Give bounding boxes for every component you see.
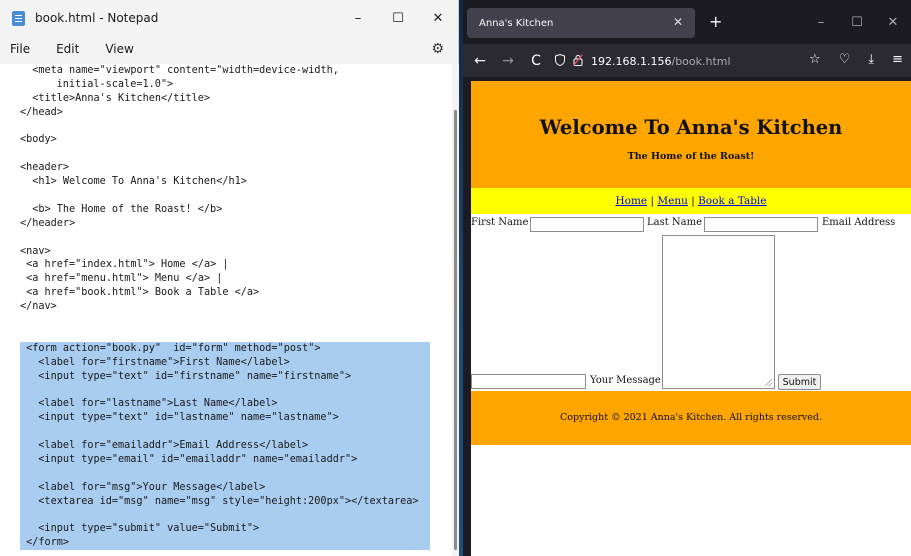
page-footer: Copyright © 2021 Anna's Kitchen. All rig…: [471, 391, 911, 445]
code-line-selected: <input type="text" id="firstname" name="…: [20, 369, 430, 384]
email-address-label: Email Address: [822, 217, 896, 228]
code-line: <a href="index.html"> Home </a> |: [26, 259, 229, 271]
bookmark-star-icon[interactable]: ☆: [809, 52, 821, 67]
code-line: <b> The Home of the Roast! </b>: [32, 203, 223, 215]
address-bar[interactable]: 192.168.1.156/book.html: [555, 50, 785, 72]
notepad-window: book.html - Notepad – ☐ ✕ File Edit View…: [0, 0, 459, 556]
notepad-text-area[interactable]: <meta name="viewport" content="width=dev…: [0, 64, 452, 556]
code-line-selected: <textarea id="msg" name="msg" style="hei…: [20, 494, 430, 509]
resize-grip-icon[interactable]: [764, 378, 772, 386]
notepad-menubar: File Edit View ⚙: [0, 36, 458, 62]
code-line: <nav>: [20, 245, 51, 257]
menu-file[interactable]: File: [10, 42, 30, 56]
menu-edit[interactable]: Edit: [56, 42, 79, 56]
download-icon[interactable]: ⤓: [868, 52, 874, 67]
web-page: Welcome To Anna's Kitchen The Home of th…: [471, 81, 911, 556]
nav-separator: |: [647, 195, 658, 207]
code-line-selected: </form>: [20, 536, 430, 551]
message-label: Your Message: [590, 375, 661, 386]
code-line-selected: [20, 425, 430, 440]
code-line: <header>: [20, 162, 70, 174]
code-line-selected: <input type="submit" value="Submit">: [20, 522, 430, 537]
code-line-selected: <label for="firstname">First Name</label…: [20, 355, 430, 370]
tab-title: Anna's Kitchen: [479, 17, 554, 29]
code-line-selected: [20, 383, 430, 398]
browser-window-controls: – ☐ ✕: [803, 0, 911, 44]
page-nav: Home | Menu | Book a Table: [471, 188, 911, 214]
code-line-selected: [20, 466, 430, 481]
nav-link-home[interactable]: Home: [616, 195, 648, 207]
browser-navbar: ← → C 192.168.1.156/book.html ☆ ♡ ⤓ ≡: [463, 44, 911, 77]
code-line-selected: <input type="text" id="lastname" name="l…: [20, 411, 430, 426]
url-host: 192.168.1.156: [591, 54, 672, 68]
notepad-app-icon: [12, 10, 25, 26]
browser-window: Anna's Kitchen ✕ + – ☐ ✕ ← → C 192.168.1…: [463, 0, 911, 556]
browser-tabbar: Anna's Kitchen ✕ + – ☐ ✕: [463, 0, 911, 44]
code-line-selected: <label for="emailaddr">Email Address</la…: [20, 439, 430, 453]
code-line: <a href="book.html"> Book a Table </a>: [26, 287, 260, 299]
code-line: <title>Anna's Kitchen</title>: [32, 92, 211, 104]
code-line: </head>: [20, 106, 63, 118]
submit-button[interactable]: Submit: [778, 374, 821, 390]
reload-icon[interactable]: C: [525, 53, 547, 69]
code-lines: <meta name="viewport" content="width=dev…: [0, 64, 452, 551]
code-line-selected: <form action="book.py" id="form" method=…: [20, 341, 430, 356]
code-line-selected: <label for="msg">Your Message</label>: [20, 480, 430, 495]
gear-icon[interactable]: ⚙: [431, 41, 444, 57]
code-line: </nav>: [20, 301, 57, 313]
close-icon[interactable]: ✕: [875, 0, 911, 44]
back-arrow-icon[interactable]: ←: [469, 53, 491, 69]
forward-arrow-icon[interactable]: →: [497, 53, 519, 69]
notepad-window-controls: – ☐ ✕: [338, 0, 458, 36]
code-line: <body>: [20, 134, 57, 146]
page-title: Welcome To Anna's Kitchen: [539, 116, 843, 139]
booking-form: First Name Last Name Email Address Your …: [471, 214, 911, 390]
last-name-label: Last Name: [647, 217, 703, 228]
minimize-icon[interactable]: –: [803, 0, 839, 44]
code-line: </header>: [20, 217, 76, 229]
notepad-title: book.html - Notepad: [35, 11, 159, 25]
tab-close-icon[interactable]: ✕: [673, 15, 683, 29]
email-address-input[interactable]: [471, 374, 586, 389]
first-name-input[interactable]: [530, 217, 644, 232]
message-textarea[interactable]: [662, 235, 775, 389]
hamburger-menu-icon[interactable]: ≡: [892, 52, 903, 67]
browser-toolbar: ☆ ♡ ⤓ ≡: [791, 52, 903, 67]
pocket-icon[interactable]: ♡: [839, 52, 851, 67]
notepad-scrollbar[interactable]: [452, 64, 459, 556]
nav-link-menu[interactable]: Menu: [657, 195, 688, 207]
code-line-selected: [20, 508, 430, 523]
nav-separator: |: [687, 195, 699, 207]
code-line: <meta name="viewport" content="width=dev…: [32, 65, 339, 76]
maximize-icon[interactable]: ☐: [378, 0, 418, 36]
code-line-selected: <input type="email" id="emailaddr" name=…: [20, 452, 430, 467]
code-line: initial-scale=1.0">: [56, 78, 174, 90]
new-tab-icon[interactable]: +: [709, 12, 722, 31]
menu-view[interactable]: View: [105, 42, 133, 56]
code-line: <h1> Welcome To Anna's Kitchen</h1>: [32, 176, 247, 188]
code-line-selected: <label for="lastname">Last Name</label>: [20, 397, 430, 412]
lock-warning-icon[interactable]: [573, 53, 583, 69]
code-line: <a href="menu.html"> Menu </a> |: [26, 273, 223, 285]
url-path: /book.html: [671, 54, 731, 68]
tab-annas-kitchen[interactable]: Anna's Kitchen ✕: [467, 8, 695, 38]
minimize-icon[interactable]: –: [338, 0, 378, 36]
maximize-icon[interactable]: ☐: [839, 0, 875, 44]
nav-link-book-a-table[interactable]: Book a Table: [698, 195, 766, 207]
shield-icon: [555, 53, 565, 69]
scrollbar-thumb[interactable]: [454, 110, 457, 550]
close-icon[interactable]: ✕: [418, 0, 458, 36]
last-name-input[interactable]: [704, 217, 818, 232]
page-header: Welcome To Anna's Kitchen The Home of th…: [471, 81, 911, 188]
page-subtitle: The Home of the Roast!: [627, 151, 755, 162]
first-name-label: First Name: [471, 217, 529, 228]
